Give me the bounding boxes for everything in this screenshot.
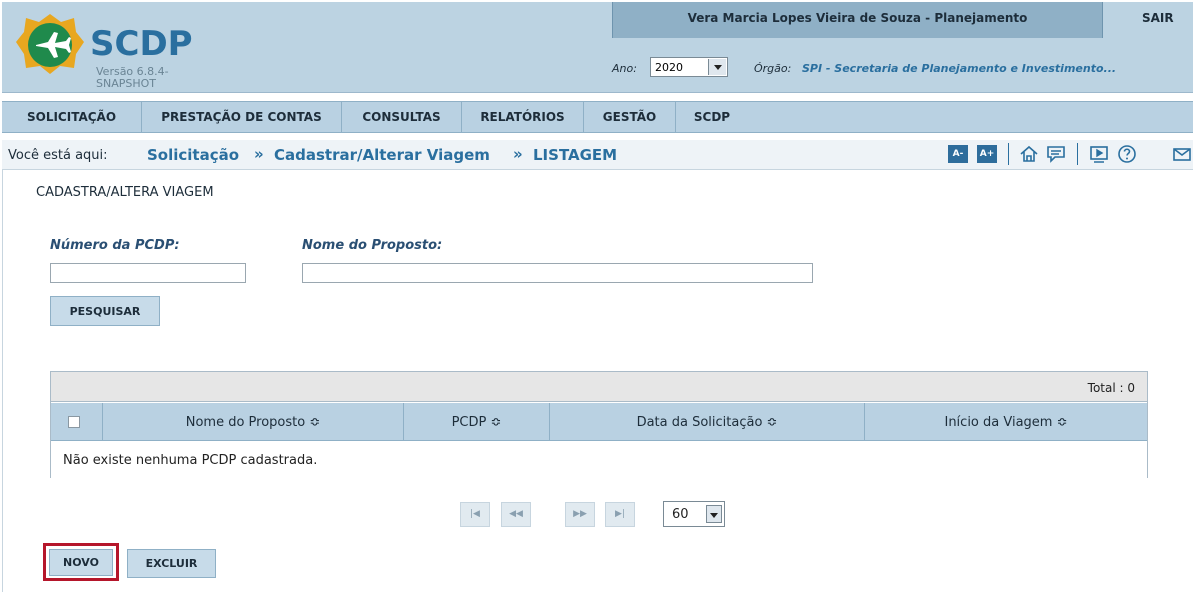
page-size-select[interactable]: 60: [663, 501, 725, 527]
nav-item-solicitacao[interactable]: SOLICITAÇÃO: [2, 102, 142, 132]
font-increase-button[interactable]: A+: [977, 145, 997, 163]
scdp-logo-icon: [16, 14, 84, 74]
search-button[interactable]: PESQUISAR: [50, 296, 160, 326]
mail-icon[interactable]: [1171, 143, 1193, 165]
page-title: CADASTRA/ALTERA VIAGEM: [36, 185, 214, 200]
logout-button[interactable]: SAIR: [1142, 11, 1174, 25]
nav-item-gestao[interactable]: GESTÃO: [584, 102, 676, 132]
column-data-da-solicitacao[interactable]: Data da Solicitação ≎: [550, 403, 865, 441]
content-border: [2, 170, 3, 592]
app-version: Versão 6.8.4-SNAPSHOT: [96, 65, 169, 90]
toolbar-divider: [1008, 143, 1009, 165]
pager-next-button[interactable]: ▶▶: [565, 502, 595, 527]
results-table: Total : 0 Nome do Proposto ≎ PCDP ≎ Data…: [50, 371, 1148, 478]
app-header: SCDP Versão 6.8.4-SNAPSHOT Vera Marcia L…: [2, 2, 1193, 93]
app-logo-title: SCDP: [90, 24, 193, 64]
delete-button[interactable]: EXCLUIR: [127, 549, 216, 578]
chat-icon[interactable]: [1045, 143, 1067, 165]
breadcrumb-separator: »: [254, 145, 264, 163]
nav-item-prestacao-de-contas[interactable]: PRESTAÇÃO DE CONTAS: [142, 102, 342, 132]
proposto-name-label: Nome do Proposto:: [302, 238, 443, 253]
select-all-checkbox[interactable]: [68, 416, 80, 428]
nav-item-relatorios[interactable]: RELATÓRIOS: [462, 102, 584, 132]
breadcrumb-lead: Você está aqui:: [8, 148, 108, 163]
select-all-cell: [51, 403, 103, 441]
video-icon[interactable]: [1088, 143, 1110, 165]
ano-select[interactable]: 2020: [650, 57, 728, 77]
orgao-link[interactable]: SPI - Secretaria de Planejamento e Inves…: [802, 62, 1116, 75]
empty-message: Não existe nenhuma PCDP cadastrada.: [63, 453, 318, 468]
proposto-name-input[interactable]: [302, 263, 813, 283]
chevron-down-icon[interactable]: [708, 59, 726, 75]
pcdp-number-input[interactable]: [50, 263, 246, 283]
breadcrumb-item-cadastrar[interactable]: Cadastrar/Alterar Viagem: [274, 146, 490, 164]
table-row: Não existe nenhuma PCDP cadastrada.: [51, 442, 1147, 478]
pager-last-button[interactable]: ▶|: [605, 502, 635, 527]
breadcrumb-item-listagem: LISTAGEM: [533, 146, 618, 164]
orgao-label: Órgão:: [754, 62, 792, 75]
new-button[interactable]: NOVO: [49, 549, 113, 576]
nav-item-scdp[interactable]: SCDP: [676, 102, 748, 132]
main-nav: SOLICITAÇÃO PRESTAÇÃO DE CONTAS CONSULTA…: [2, 101, 1193, 133]
breadcrumb: Você está aqui: Solicitação » Cadastrar/…: [2, 140, 1193, 170]
column-nome-do-proposto[interactable]: Nome do Proposto ≎: [103, 403, 404, 441]
font-decrease-button[interactable]: A-: [948, 145, 968, 163]
ano-select-value: 2020: [655, 61, 683, 74]
chevron-down-icon[interactable]: [706, 505, 722, 523]
nav-item-consultas[interactable]: CONSULTAS: [342, 102, 462, 132]
breadcrumb-separator: »: [513, 145, 523, 163]
ano-label: Ano:: [612, 62, 637, 75]
help-icon[interactable]: [1116, 143, 1138, 165]
table-total: Total : 0: [1087, 381, 1135, 395]
user-bar: Vera Marcia Lopes Vieira de Souza - Plan…: [612, 2, 1103, 38]
column-pcdp[interactable]: PCDP ≎: [404, 403, 550, 441]
breadcrumb-item-solicitacao[interactable]: Solicitação: [147, 146, 239, 164]
toolbar-divider: [1077, 143, 1078, 165]
home-icon[interactable]: [1018, 143, 1040, 165]
table-header: Nome do Proposto ≎ PCDP ≎ Data da Solici…: [51, 403, 1147, 441]
pager-first-button[interactable]: |◀: [460, 502, 490, 527]
page-size-value: 60: [672, 507, 689, 522]
pager-prev-button[interactable]: ◀◀: [501, 502, 531, 527]
pcdp-number-label: Número da PCDP:: [50, 238, 180, 253]
column-inicio-da-viagem[interactable]: Início da Viagem ≎: [865, 403, 1147, 441]
user-name: Vera Marcia Lopes Vieira de Souza - Plan…: [687, 11, 1028, 25]
table-total-row: Total : 0: [51, 372, 1147, 402]
